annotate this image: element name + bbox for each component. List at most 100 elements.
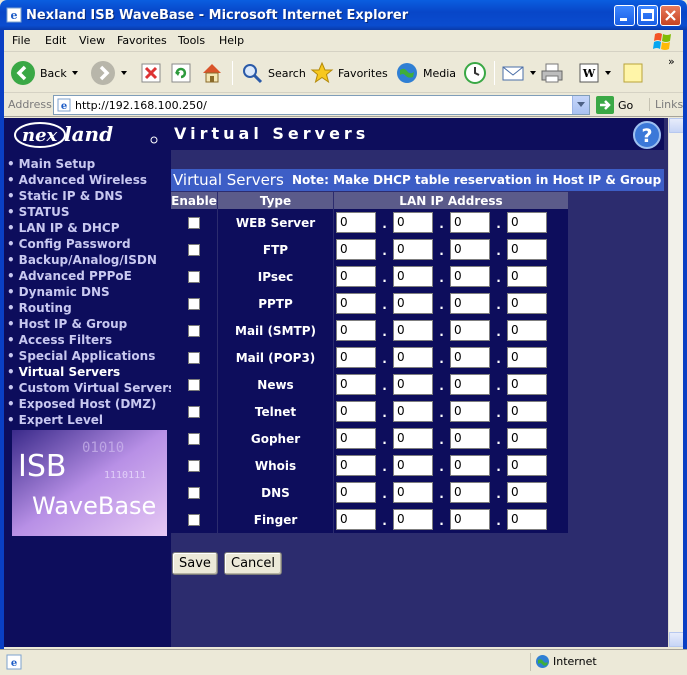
ip-octet-input[interactable]: 0 <box>507 374 547 395</box>
edit-button[interactable]: W <box>578 59 611 87</box>
toolbar-overflow-icon[interactable]: » <box>668 55 675 68</box>
favorites-button[interactable]: Favorites <box>310 59 388 87</box>
enable-checkbox[interactable] <box>188 460 200 472</box>
menu-favorites[interactable]: Favorites <box>117 34 167 47</box>
ip-octet-input[interactable]: 0 <box>507 509 547 530</box>
sidebar-item-virtual-servers[interactable]: • Virtual Servers <box>7 364 175 380</box>
ip-octet-input[interactable]: 0 <box>507 347 547 368</box>
sidebar-item-access-filters[interactable]: • Access Filters <box>7 332 175 348</box>
address-dropdown-button[interactable] <box>572 96 589 114</box>
history-button[interactable] <box>463 59 487 87</box>
ip-octet-input[interactable]: 0 <box>450 266 490 287</box>
refresh-button[interactable] <box>170 59 192 87</box>
maximize-button[interactable] <box>637 5 658 26</box>
stop-button[interactable] <box>140 59 162 87</box>
ip-octet-input[interactable]: 0 <box>336 428 376 449</box>
menu-help[interactable]: Help <box>219 34 244 47</box>
save-button[interactable]: Save <box>172 552 218 575</box>
enable-checkbox[interactable] <box>188 487 200 499</box>
ip-octet-input[interactable]: 0 <box>393 482 433 503</box>
sidebar-item-host-ip-group[interactable]: • Host IP & Group <box>7 316 175 332</box>
sidebar-item-status[interactable]: • STATUS <box>7 204 175 220</box>
sidebar-item-expert-level[interactable]: • Expert Level <box>7 412 175 428</box>
ip-octet-input[interactable]: 0 <box>450 374 490 395</box>
cancel-button[interactable]: Cancel <box>224 552 283 575</box>
address-input[interactable]: e http://192.168.100.250/ <box>53 95 590 115</box>
forward-dropdown-icon[interactable] <box>121 71 127 75</box>
enable-checkbox[interactable] <box>188 217 200 229</box>
search-button[interactable]: Search <box>240 59 306 87</box>
ip-octet-input[interactable]: 0 <box>450 428 490 449</box>
ip-octet-input[interactable]: 0 <box>393 293 433 314</box>
ip-octet-input[interactable]: 0 <box>393 347 433 368</box>
mail-dropdown-icon[interactable] <box>530 71 536 75</box>
sidebar-item-static-ip-dns[interactable]: • Static IP & DNS <box>7 188 175 204</box>
menu-tools[interactable]: Tools <box>178 34 205 47</box>
ip-octet-input[interactable]: 0 <box>450 347 490 368</box>
ip-octet-input[interactable]: 0 <box>507 266 547 287</box>
ip-octet-input[interactable]: 0 <box>393 239 433 260</box>
sidebar-item-exposed-host-dmz[interactable]: • Exposed Host (DMZ) <box>7 396 175 412</box>
media-button[interactable]: Media <box>395 59 456 87</box>
sidebar-item-advanced-pppoe[interactable]: • Advanced PPPoE <box>7 268 175 284</box>
scroll-down-button[interactable] <box>669 632 683 647</box>
enable-checkbox[interactable] <box>188 514 200 526</box>
ip-octet-input[interactable]: 0 <box>507 320 547 341</box>
sidebar-item-backup-analog-isdn[interactable]: • Backup/Analog/ISDN <box>7 252 175 268</box>
ip-octet-input[interactable]: 0 <box>336 455 376 476</box>
home-button[interactable] <box>200 59 224 87</box>
go-button[interactable]: Go <box>596 96 633 114</box>
ip-octet-input[interactable]: 0 <box>393 509 433 530</box>
mail-button[interactable] <box>501 59 536 87</box>
ip-octet-input[interactable]: 0 <box>336 482 376 503</box>
ip-octet-input[interactable]: 0 <box>336 293 376 314</box>
sidebar-item-dynamic-dns[interactable]: • Dynamic DNS <box>7 284 175 300</box>
close-button[interactable] <box>660 5 681 26</box>
ip-octet-input[interactable]: 0 <box>393 401 433 422</box>
ip-octet-input[interactable]: 0 <box>336 401 376 422</box>
ip-octet-input[interactable]: 0 <box>450 455 490 476</box>
sidebar-item-config-password[interactable]: • Config Password <box>7 236 175 252</box>
sidebar-item-lan-ip-dhcp[interactable]: • LAN IP & DHCP <box>7 220 175 236</box>
enable-checkbox[interactable] <box>188 433 200 445</box>
discuss-button[interactable] <box>622 59 644 87</box>
enable-checkbox[interactable] <box>188 298 200 310</box>
back-dropdown-icon[interactable] <box>71 71 78 75</box>
ip-octet-input[interactable]: 0 <box>336 374 376 395</box>
sidebar-item-custom-virtual-servers[interactable]: • Custom Virtual Servers <box>7 380 175 396</box>
sidebar-item-special-applications[interactable]: • Special Applications <box>7 348 175 364</box>
enable-checkbox[interactable] <box>188 271 200 283</box>
ip-octet-input[interactable]: 0 <box>393 374 433 395</box>
sidebar-item-routing[interactable]: • Routing <box>7 300 175 316</box>
ip-octet-input[interactable]: 0 <box>450 212 490 233</box>
ip-octet-input[interactable]: 0 <box>507 212 547 233</box>
menu-file[interactable]: File <box>12 34 30 47</box>
forward-button[interactable] <box>90 59 127 87</box>
ip-octet-input[interactable]: 0 <box>393 428 433 449</box>
ip-octet-input[interactable]: 0 <box>336 239 376 260</box>
menu-edit[interactable]: Edit <box>45 34 66 47</box>
ip-octet-input[interactable]: 0 <box>393 320 433 341</box>
ip-octet-input[interactable]: 0 <box>450 239 490 260</box>
enable-checkbox[interactable] <box>188 352 200 364</box>
ip-octet-input[interactable]: 0 <box>393 455 433 476</box>
ip-octet-input[interactable]: 0 <box>336 347 376 368</box>
ip-octet-input[interactable]: 0 <box>450 320 490 341</box>
enable-checkbox[interactable] <box>188 379 200 391</box>
ip-octet-input[interactable]: 0 <box>507 482 547 503</box>
enable-checkbox[interactable] <box>188 244 200 256</box>
ip-octet-input[interactable]: 0 <box>450 509 490 530</box>
scroll-up-button[interactable] <box>669 118 683 133</box>
ip-octet-input[interactable]: 0 <box>507 428 547 449</box>
help-icon[interactable]: ? <box>632 120 662 150</box>
ip-octet-input[interactable]: 0 <box>450 401 490 422</box>
minimize-button[interactable] <box>614 5 635 26</box>
ip-octet-input[interactable]: 0 <box>450 482 490 503</box>
enable-checkbox[interactable] <box>188 406 200 418</box>
ip-octet-input[interactable]: 0 <box>507 401 547 422</box>
sidebar-item-main-setup[interactable]: • Main Setup <box>7 156 175 172</box>
menu-view[interactable]: View <box>79 34 105 47</box>
ip-octet-input[interactable]: 0 <box>450 293 490 314</box>
ip-octet-input[interactable]: 0 <box>507 239 547 260</box>
ip-octet-input[interactable]: 0 <box>507 293 547 314</box>
